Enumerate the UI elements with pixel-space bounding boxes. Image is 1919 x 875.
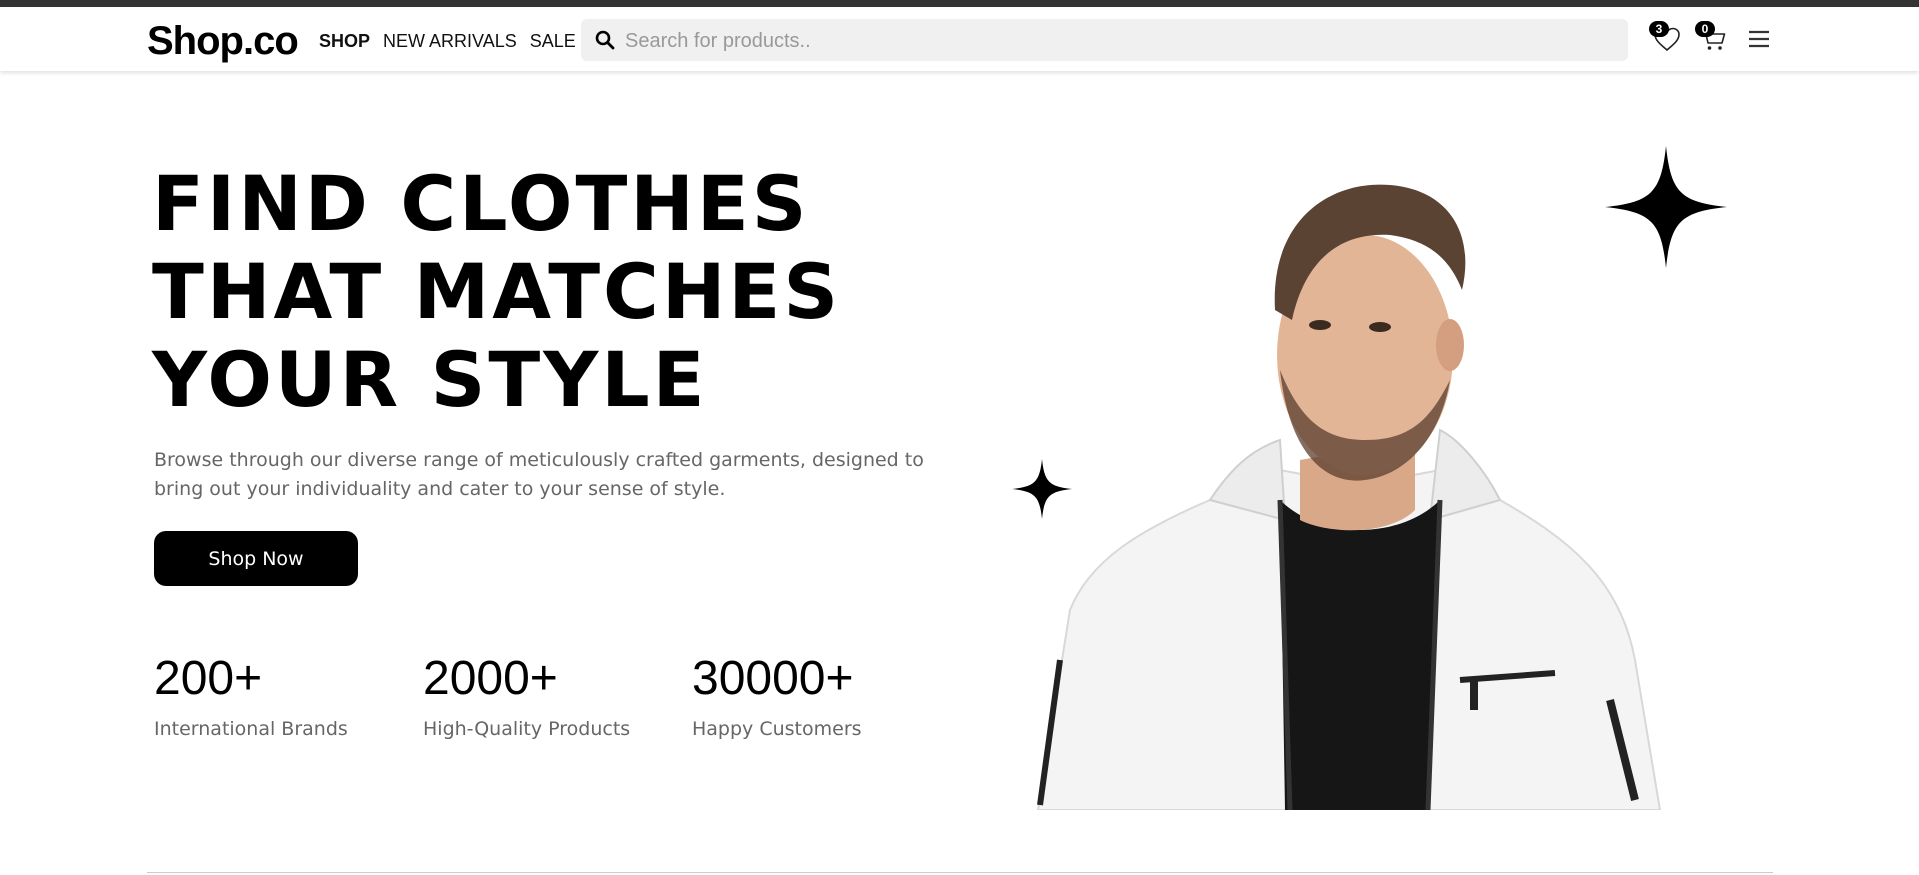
shop-now-button[interactable]: Shop Now bbox=[154, 531, 358, 586]
search-input[interactable] bbox=[623, 19, 1607, 63]
stat-customers: 30000+ Happy Customers bbox=[692, 650, 862, 740]
cart-count-badge: 0 bbox=[1695, 21, 1715, 37]
section-divider bbox=[147, 872, 1773, 873]
nav-shop[interactable]: SHOP bbox=[319, 31, 370, 52]
nav-sale[interactable]: SALE bbox=[530, 31, 576, 52]
stat-value: 30000+ bbox=[692, 652, 854, 705]
main-nav: SHOP NEW ARRIVALS SALE bbox=[319, 31, 576, 52]
stat-label: High-Quality Products bbox=[423, 718, 631, 740]
nav-new-arrivals[interactable]: NEW ARRIVALS bbox=[383, 31, 517, 52]
stat-value: 200+ bbox=[154, 652, 263, 705]
hero-title-line: FIND CLOTHES bbox=[152, 159, 810, 248]
search-icon[interactable] bbox=[595, 30, 615, 50]
stat-value: 2000+ bbox=[423, 652, 558, 705]
site-logo[interactable]: Shop.co bbox=[147, 19, 299, 64]
stat-label: Happy Customers bbox=[692, 718, 862, 740]
menu-button[interactable] bbox=[1747, 27, 1771, 51]
top-strip bbox=[0, 0, 1919, 7]
search-bar bbox=[581, 19, 1628, 63]
stat-products: 2000+ High-Quality Products bbox=[423, 650, 630, 740]
hero-description: Browse through our diverse range of meti… bbox=[154, 449, 924, 500]
hero-model-image bbox=[1036, 184, 1662, 810]
cart-button[interactable]: 0 bbox=[1695, 21, 1728, 54]
stat-brands: 200+ International Brands bbox=[154, 650, 348, 740]
wishlist-count-badge: 3 bbox=[1649, 21, 1669, 37]
wishlist-button[interactable]: 3 bbox=[1649, 21, 1682, 54]
hamburger-menu-icon bbox=[1749, 30, 1769, 48]
site-header: Shop.co SHOP NEW ARRIVALS SALE 3 0 bbox=[0, 7, 1919, 71]
hero-title-line: THAT MATCHES bbox=[152, 247, 842, 336]
hero-title: FIND CLOTHES THAT MATCHES YOUR STYLE bbox=[152, 160, 952, 424]
hero-title-line: YOUR STYLE bbox=[152, 335, 708, 424]
stat-label: International Brands bbox=[154, 718, 348, 740]
